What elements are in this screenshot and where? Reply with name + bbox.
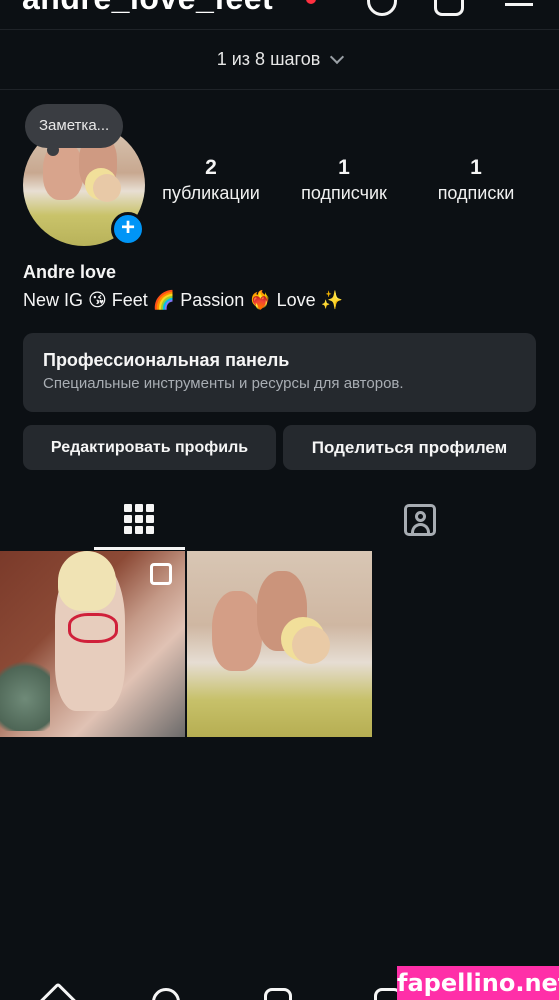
following-count: 1 [470, 156, 482, 179]
stat-following[interactable]: 1 подписки [415, 156, 537, 204]
stat-followers[interactable]: 1 подписчик [283, 156, 405, 204]
create-icon[interactable] [264, 988, 292, 1000]
tab-tagged[interactable] [280, 494, 559, 550]
posts-label: публикации [162, 183, 260, 203]
posts-count: 2 [205, 156, 217, 179]
grid-icon [124, 504, 154, 534]
profile-tabs [0, 494, 559, 550]
tagged-person-icon [404, 504, 436, 536]
tab-posts-grid[interactable] [0, 494, 279, 550]
profile-bio: New IG 😘 Feet 🌈 Passion ❤️‍🔥 Love ✨ [23, 290, 344, 310]
steps-label: 1 из 8 шагов [216, 49, 321, 69]
share-profile-button[interactable]: Поделиться профилем [283, 425, 536, 470]
profile-username[interactable]: andre_love_feet [22, 0, 273, 17]
onboarding-steps[interactable]: 1 из 8 шагов [0, 30, 559, 90]
pro-panel-subtitle: Специальные инструменты и ресурсы для ав… [43, 375, 404, 392]
top-bar: andre_love_feet [0, 0, 559, 30]
professional-dashboard[interactable]: Профессиональная панель Специальные инст… [23, 333, 536, 412]
edit-profile-button[interactable]: Редактировать профиль [23, 425, 276, 470]
create-post-icon[interactable] [434, 0, 464, 16]
home-icon[interactable] [38, 982, 78, 1000]
search-icon[interactable] [152, 988, 180, 1000]
active-tab-indicator [94, 547, 185, 550]
post-thumbnail[interactable] [187, 551, 372, 737]
post-thumbnail[interactable] [0, 551, 185, 737]
carousel-icon [150, 563, 172, 585]
menu-icon[interactable] [505, 0, 533, 6]
notification-dot [306, 0, 316, 4]
following-label: подписки [437, 183, 515, 203]
pro-panel-title: Профессиональная панель [43, 350, 290, 370]
display-name: Andre love [23, 262, 117, 282]
chevron-down-icon [330, 49, 345, 64]
followers-count: 1 [338, 156, 350, 179]
note-bubble[interactable]: Заметка... [25, 104, 124, 156]
followers-label: подписчик [301, 183, 387, 203]
stat-posts[interactable]: 2 публикации [150, 156, 272, 204]
threads-icon[interactable] [367, 0, 397, 16]
watermark: fapellino.net [397, 966, 559, 1000]
add-story-icon[interactable]: + [111, 212, 145, 246]
